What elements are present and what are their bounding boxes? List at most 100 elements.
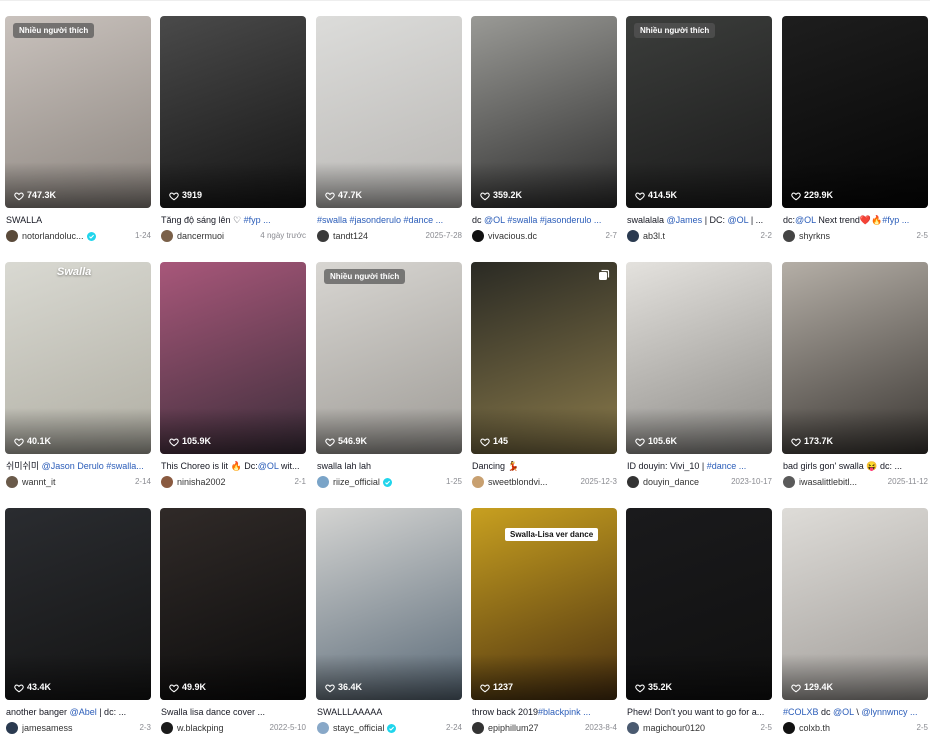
video-thumbnail[interactable]: 145 bbox=[471, 262, 617, 454]
video-thumbnail[interactable]: Swalla 40.1K bbox=[5, 262, 151, 454]
avatar[interactable] bbox=[317, 230, 329, 242]
video-card[interactable]: 49.9K Swalla lisa dance cover ... w.blackp… bbox=[160, 508, 306, 740]
caption-hashtag-link[interactable]: @lynnwncy ... bbox=[861, 707, 917, 717]
avatar[interactable] bbox=[472, 476, 484, 488]
caption-hashtag-link[interactable]: #blackpink ... bbox=[538, 707, 591, 717]
avatar[interactable] bbox=[783, 722, 795, 734]
author-username[interactable]: douyin_dance bbox=[643, 476, 699, 488]
video-thumbnail[interactable]: 359.2K bbox=[471, 16, 617, 208]
video-card[interactable]: 105.9K This Choreo is lit 🔥 Dc:@OL wit...… bbox=[160, 262, 306, 494]
video-caption[interactable]: bad girls gon' swalla 😝 dc: ... bbox=[783, 460, 927, 472]
video-caption[interactable]: #swalla #jasonderulo #dance ... bbox=[317, 214, 461, 226]
scrollbar-track[interactable] bbox=[934, 0, 940, 746]
video-caption[interactable]: ID douyin: Vivi_10 | #dance ... bbox=[627, 460, 771, 472]
video-caption[interactable]: dc:@OL Next trend❤️🔥#fyp ... bbox=[783, 214, 927, 226]
video-caption[interactable]: Swalla lisa dance cover ... bbox=[161, 706, 305, 718]
caption-hashtag-link[interactable]: @James bbox=[667, 215, 703, 225]
video-card[interactable]: 173.7K bad girls gon' swalla 😝 dc: ... iwa… bbox=[782, 262, 928, 494]
video-card[interactable]: Swalla 40.1K 쉬미쉬미 @Jason Derulo #swalla...… bbox=[5, 262, 151, 494]
video-card[interactable]: 35.2K Phew! Don't you want to go for a...… bbox=[626, 508, 772, 740]
avatar[interactable] bbox=[472, 722, 484, 734]
author-username[interactable]: shyrkns bbox=[799, 230, 830, 242]
author-username[interactable]: w.blackping bbox=[177, 722, 224, 734]
author-username[interactable]: iwasalittlebitl... bbox=[799, 476, 857, 488]
video-card[interactable]: 229.9K dc:@OL Next trend❤️🔥#fyp ... shyrkn… bbox=[782, 16, 928, 248]
author-username[interactable]: epiphillum27 bbox=[488, 722, 539, 734]
video-caption[interactable]: throw back 2019#blackpink ... bbox=[472, 706, 616, 718]
author-username[interactable]: notorlandoluc... bbox=[22, 230, 84, 242]
video-card[interactable]: 47.7K #swalla #jasonderulo #dance ... tand… bbox=[316, 16, 462, 248]
video-caption[interactable]: This Choreo is lit 🔥 Dc:@OL wit... bbox=[161, 460, 305, 472]
author-username[interactable]: ninisha2002 bbox=[177, 476, 226, 488]
avatar[interactable] bbox=[317, 476, 329, 488]
avatar[interactable] bbox=[472, 230, 484, 242]
video-card[interactable]: 36.4K SWALLLAAAAA stayc_official 2-24 bbox=[316, 508, 462, 740]
video-caption[interactable]: SWALLLAAAAA bbox=[317, 706, 461, 718]
caption-hashtag-link[interactable]: @OL #swalla #jasonderulo ... bbox=[484, 215, 601, 225]
video-card[interactable]: Nhiều người thích 414.5K swalalala @James … bbox=[626, 16, 772, 248]
caption-hashtag-link[interactable]: @OL bbox=[833, 707, 854, 717]
video-thumbnail[interactable]: 105.6K bbox=[626, 262, 772, 454]
avatar[interactable] bbox=[783, 230, 795, 242]
video-card[interactable]: 129.4K #COLXB dc @OL \ @lynnwncy ... colxb… bbox=[782, 508, 928, 740]
caption-hashtag-link[interactable]: @OL bbox=[258, 461, 279, 471]
video-card[interactable]: Swalla-Lisa ver dance 1237 throw back 2019… bbox=[471, 508, 617, 740]
author-username[interactable]: stayc_official bbox=[333, 722, 384, 734]
video-card[interactable]: 359.2K dc @OL #swalla #jasonderulo ... viv… bbox=[471, 16, 617, 248]
video-caption[interactable]: SWALLA bbox=[6, 214, 150, 226]
author-username[interactable]: riize_official bbox=[333, 476, 380, 488]
video-caption[interactable]: dc @OL #swalla #jasonderulo ... bbox=[472, 214, 616, 226]
author-username[interactable]: jamesamess bbox=[22, 722, 73, 734]
avatar[interactable] bbox=[6, 230, 18, 242]
caption-hashtag-link[interactable]: #fyp ... bbox=[244, 215, 271, 225]
author-username[interactable]: tandt124 bbox=[333, 230, 368, 242]
avatar[interactable] bbox=[627, 230, 639, 242]
video-card[interactable]: 105.6K ID douyin: Vivi_10 | #dance ... dou… bbox=[626, 262, 772, 494]
avatar[interactable] bbox=[627, 476, 639, 488]
video-thumbnail[interactable]: 36.4K bbox=[316, 508, 462, 700]
video-caption[interactable]: another banger @Abel | dc: ... bbox=[6, 706, 150, 718]
video-card[interactable]: 145 Dancing 💃 sweetblondvi... 2025-12-3 bbox=[471, 262, 617, 494]
video-thumbnail[interactable]: Nhiều người thích 546.9K bbox=[316, 262, 462, 454]
video-thumbnail[interactable]: 49.9K bbox=[160, 508, 306, 700]
caption-hashtag-link[interactable]: #dance ... bbox=[707, 461, 747, 471]
video-thumbnail[interactable]: 35.2K bbox=[626, 508, 772, 700]
video-thumbnail[interactable]: Nhiều người thích 747.3K bbox=[5, 16, 151, 208]
video-thumbnail[interactable]: 105.9K bbox=[160, 262, 306, 454]
video-caption[interactable]: swalla lah lah bbox=[317, 460, 461, 472]
caption-hashtag-link[interactable]: @Abel bbox=[70, 707, 97, 717]
avatar[interactable] bbox=[6, 476, 18, 488]
caption-hashtag-link[interactable]: @OL bbox=[795, 215, 816, 225]
author-username[interactable]: wannt_it bbox=[22, 476, 56, 488]
video-thumbnail[interactable]: Swalla-Lisa ver dance 1237 bbox=[471, 508, 617, 700]
video-thumbnail[interactable]: 3919 bbox=[160, 16, 306, 208]
caption-hashtag-link[interactable]: #COLXB bbox=[783, 707, 819, 717]
author-username[interactable]: magichour0120 bbox=[643, 722, 705, 734]
video-caption[interactable]: Dancing 💃 bbox=[472, 460, 616, 472]
author-username[interactable]: vivacious.dc bbox=[488, 230, 537, 242]
video-thumbnail[interactable]: 47.7K bbox=[316, 16, 462, 208]
video-thumbnail[interactable]: Nhiều người thích 414.5K bbox=[626, 16, 772, 208]
avatar[interactable] bbox=[783, 476, 795, 488]
video-card[interactable]: Nhiều người thích 747.3K SWALLA notorlandol… bbox=[5, 16, 151, 248]
video-thumbnail[interactable]: 43.4K bbox=[5, 508, 151, 700]
avatar[interactable] bbox=[627, 722, 639, 734]
video-thumbnail[interactable]: 129.4K bbox=[782, 508, 928, 700]
author-username[interactable]: ab3l.t bbox=[643, 230, 665, 242]
avatar[interactable] bbox=[6, 722, 18, 734]
avatar[interactable] bbox=[161, 476, 173, 488]
video-card[interactable]: 3919 Tăng độ sáng lên ♡ #fyp ... dancermuo… bbox=[160, 16, 306, 248]
caption-hashtag-link[interactable]: #fyp ... bbox=[882, 215, 909, 225]
avatar[interactable] bbox=[161, 722, 173, 734]
video-caption[interactable]: 쉬미쉬미 @Jason Derulo #swalla... bbox=[6, 460, 150, 472]
author-username[interactable]: sweetblondvi... bbox=[488, 476, 548, 488]
avatar[interactable] bbox=[161, 230, 173, 242]
video-thumbnail[interactable]: 173.7K bbox=[782, 262, 928, 454]
video-caption[interactable]: Tăng độ sáng lên ♡ #fyp ... bbox=[161, 214, 305, 226]
video-card[interactable]: 43.4K another banger @Abel | dc: ... james… bbox=[5, 508, 151, 740]
caption-hashtag-link[interactable]: @Jason Derulo #swalla... bbox=[42, 461, 144, 471]
caption-hashtag-link[interactable]: #swalla #jasonderulo #dance ... bbox=[317, 215, 443, 225]
author-username[interactable]: colxb.th bbox=[799, 722, 830, 734]
avatar[interactable] bbox=[317, 722, 329, 734]
video-caption[interactable]: Phew! Don't you want to go for a... bbox=[627, 706, 771, 718]
